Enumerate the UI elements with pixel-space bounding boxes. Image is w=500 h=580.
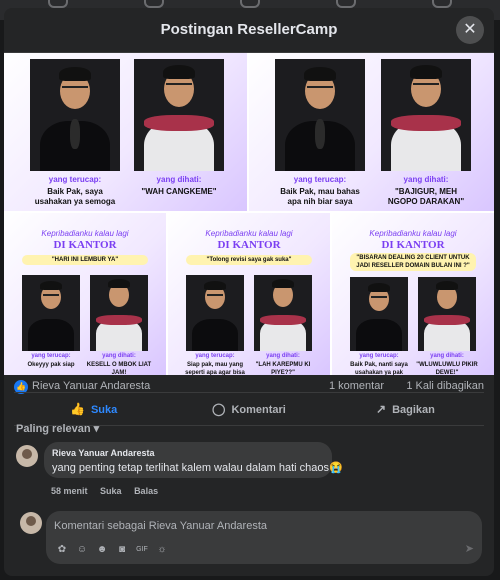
post-image[interactable]: yang terucap: Baik Pak, saya usahakan ya… — [4, 53, 494, 375]
comment-reply-link[interactable]: Balas — [134, 486, 158, 496]
photo-left-3 — [22, 275, 80, 351]
caption-label-5b: yang dihati: — [430, 353, 464, 359]
share-label: Bagikan — [392, 404, 435, 416]
caption-text-3b: KESELL O MBOK LIAT JAM! — [86, 362, 152, 375]
caption-label-1b: yang dihati: — [156, 175, 202, 184]
image-tile-4: Kepribadianku kalau lagi DI KANTOR "Tolo… — [168, 213, 330, 375]
photo-right-3 — [90, 275, 148, 351]
photo-right-4 — [254, 275, 312, 351]
photo-left-1 — [30, 59, 120, 171]
caption-label-2b: yang dihati: — [403, 175, 449, 184]
tile-kicker-4: Kepribadianku kalau lagi — [205, 229, 293, 238]
bg-gaming-icon — [432, 0, 452, 8]
comment-bubble-icon: ◯ — [212, 402, 226, 416]
caption-label-5a: yang terucap: — [359, 353, 399, 359]
comment-meta: 58 menit Suka Balas — [51, 486, 168, 496]
camera-icon[interactable]: ◙ — [116, 544, 128, 556]
tile-kicker-3: Kepribadianku kalau lagi — [41, 229, 129, 238]
bg-video-icon — [144, 0, 164, 8]
post-modal: Postingan ResellerCamp ✕ yang terucap: B… — [4, 8, 494, 576]
tile-pill-4: "Tolong revisi saya gak suka" — [186, 255, 312, 265]
photo-left-5 — [350, 277, 408, 351]
photo-right-1 — [134, 59, 224, 171]
close-button[interactable]: ✕ — [456, 16, 484, 44]
tile-pill-3: "HARI INI LEMBUR YA" — [22, 255, 148, 265]
comment-sort-dropdown[interactable]: Paling relevan ▾ — [16, 422, 99, 435]
caption-text-4a: Siap pak, mau yang seperti apa agar bisa — [185, 362, 245, 375]
share-icon: ↗ — [376, 402, 387, 416]
comment-bubble: Rieva Yanuar Andaresta yang penting teta… — [44, 442, 343, 478]
chevron-down-icon: ▾ — [93, 423, 100, 435]
modal-title: Postingan ResellerCamp — [160, 21, 338, 38]
like-button[interactable]: 👍 Suka — [70, 393, 117, 425]
share-count[interactable]: 1 Kali dibagikan — [406, 380, 484, 392]
tile-kicker-5: Kepribadianku kalau lagi — [369, 229, 457, 238]
thumb-up-icon: 👍 — [70, 402, 85, 416]
comment-text: yang penting tetap terlihat kalem walau … — [52, 462, 343, 474]
tile-pill-5: "BISARAN DEALING 20 CLIENT UNTUK JADI RE… — [350, 253, 476, 271]
send-icon[interactable]: ➤ — [465, 542, 474, 555]
bg-home-icon — [48, 0, 68, 8]
caption-label-2a: yang terucap: — [293, 175, 347, 184]
caption-text-5b: "WLUWLUWLU PIKIR DEWE!" — [416, 362, 478, 375]
comment-count[interactable]: 1 komentar — [329, 380, 384, 392]
photo-right-5 — [418, 277, 476, 351]
emoji-icon[interactable]: ☻ — [96, 544, 108, 556]
comment-author[interactable]: Rieva Yanuar Andaresta — [52, 448, 155, 458]
photo-left-4 — [186, 275, 244, 351]
image-tile-1: yang terucap: Baik Pak, saya usahakan ya… — [4, 53, 247, 211]
caption-text-3a: Okeyyy pak siap — [27, 362, 75, 368]
sticker-icon[interactable]: ✿ — [56, 544, 68, 556]
comment-input[interactable] — [52, 517, 476, 535]
caption-text-2b: "BAJIGUR, MEH NGOPO DARAKAN" — [387, 187, 465, 206]
photo-left-2 — [275, 59, 365, 171]
caption-text-1a: Baik Pak, saya usahakan ya semoga — [34, 187, 116, 206]
caption-label-3b: yang dihati: — [102, 353, 136, 359]
comment-time[interactable]: 58 menit — [51, 486, 88, 496]
commenter-avatar[interactable] — [16, 445, 38, 467]
share-button[interactable]: ↗ Bagikan — [376, 393, 435, 425]
image-tile-5: Kepribadianku kalau lagi DI KANTOR "BISA… — [332, 213, 494, 375]
caption-text-5a: Baik Pak, nanti saya usahakan ya pak — [350, 362, 408, 375]
sort-label: Paling relevan — [16, 423, 91, 435]
modal-header: Postingan ResellerCamp ✕ — [4, 8, 494, 53]
image-tile-2: yang terucap: Baik Pak, mau bahas apa ni… — [249, 53, 494, 211]
sticker-smile-icon[interactable]: ☼ — [156, 544, 168, 556]
bg-market-icon — [240, 0, 260, 8]
caption-label-3a: yang terucap: — [31, 353, 71, 359]
comment-like-link[interactable]: Suka — [100, 486, 122, 496]
caption-text-1b: "WAH CANGKEME" — [141, 187, 217, 196]
caption-label-4a: yang terucap: — [195, 353, 235, 359]
caption-label-4b: yang dihati: — [266, 353, 300, 359]
comment-button[interactable]: ◯ Komentari — [212, 393, 286, 425]
photo-right-2 — [381, 59, 471, 171]
gif-icon[interactable]: GIF — [136, 544, 148, 556]
tile-heading-4: DI KANTOR — [217, 239, 281, 251]
caption-label-1a: yang terucap: — [48, 175, 102, 184]
caption-text-4b: "LAH KAREPMU KI PIYE??" — [255, 362, 311, 375]
close-icon: ✕ — [463, 21, 477, 38]
avatar-icon[interactable]: ☺ — [76, 544, 88, 556]
caption-text-2a: Baik Pak, mau bahas apa nih biar saya — [280, 187, 360, 206]
bg-groups-icon — [336, 0, 356, 8]
current-user-avatar[interactable] — [20, 512, 42, 534]
comment-label: Komentari — [231, 404, 286, 416]
comment-composer: ✿ ☺ ☻ ◙ GIF ☼ ➤ — [46, 511, 482, 564]
like-label: Suka — [90, 404, 118, 416]
image-tile-3: Kepribadianku kalau lagi DI KANTOR "HARI… — [4, 213, 166, 375]
tile-heading-3: DI KANTOR — [53, 239, 117, 251]
tile-heading-5: DI KANTOR — [381, 239, 445, 251]
liker-name[interactable]: Rieva Yanuar Andaresta — [32, 380, 150, 392]
action-bar: 👍 Suka ◯ Komentari ↗ Bagikan — [14, 392, 484, 426]
